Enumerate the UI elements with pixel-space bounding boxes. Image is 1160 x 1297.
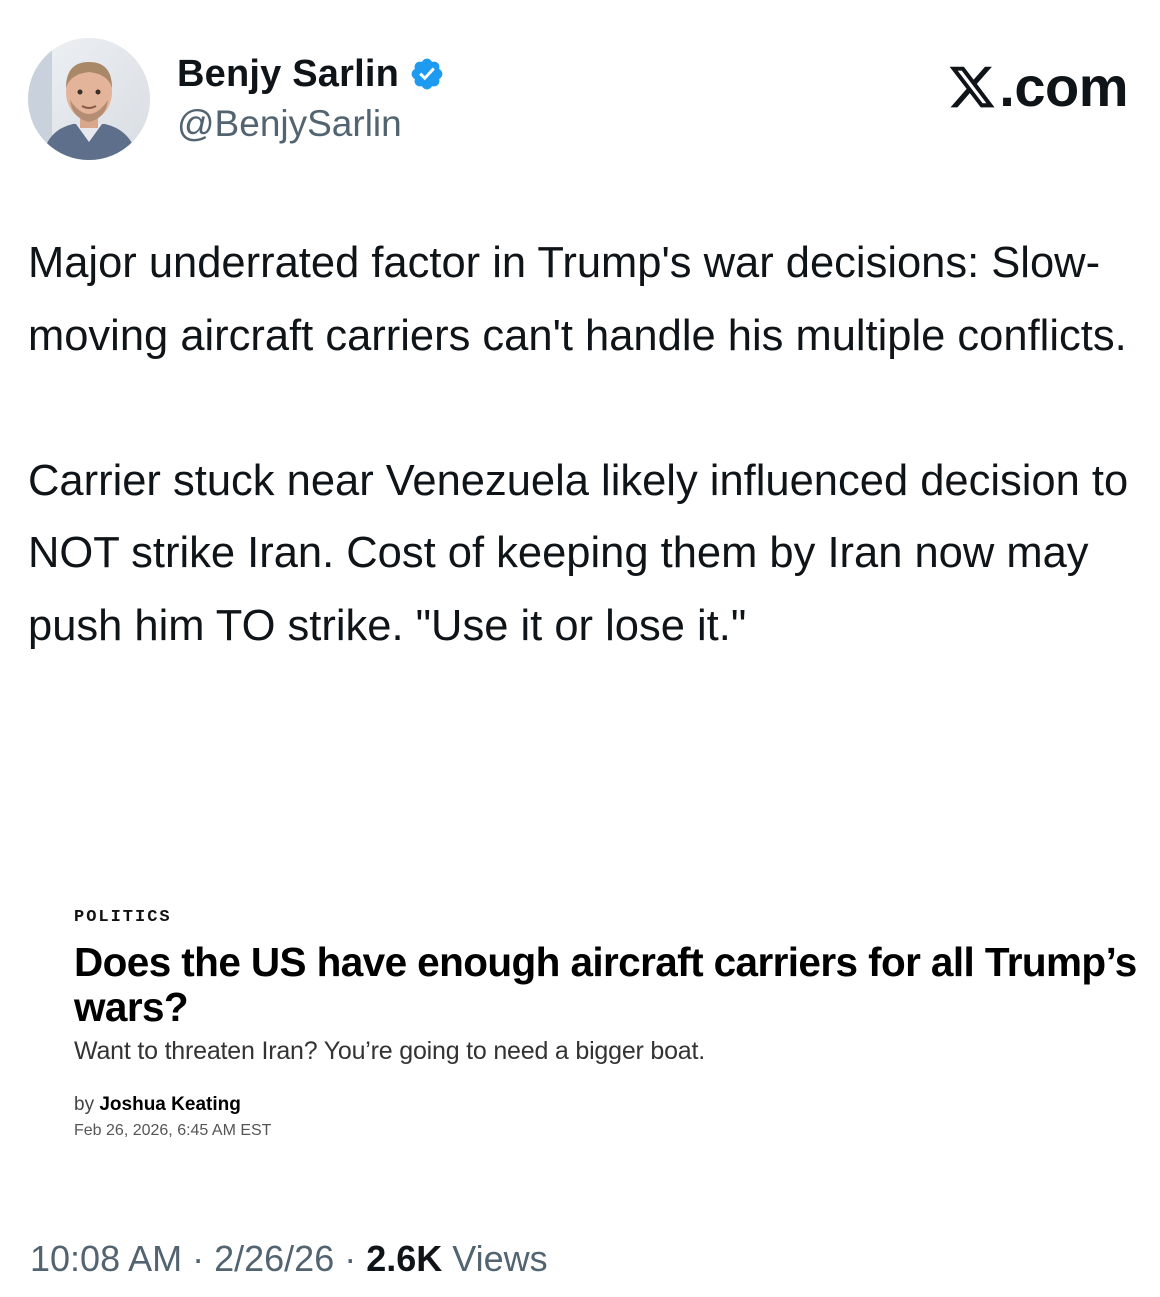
brand-domain-text: .com (999, 55, 1128, 118)
verified-badge-icon (409, 56, 445, 92)
article-dateline: Feb 26, 2026, 6:45 AM EST (74, 1122, 272, 1139)
article-byline: by Joshua Keating (74, 1092, 1144, 1118)
meta-separator: · (192, 1238, 205, 1279)
author-name-row[interactable]: Benjy Sarlin (177, 50, 445, 98)
author-avatar[interactable] (28, 38, 150, 160)
article-headline: Does the US have enough aircraft carrier… (74, 939, 1137, 1030)
article-dek: Want to threaten Iran? You’re going to n… (74, 1037, 706, 1065)
tweet-time[interactable]: 10:08 AM (30, 1238, 182, 1279)
byline-prefix: by (74, 1094, 95, 1115)
tweet-paragraph: Carrier stuck near Venezuela likely infl… (28, 456, 1129, 650)
tweet-meta: 10:08 AM · 2/26/26 · 2.6K Views (30, 1234, 548, 1284)
avatar-photo-icon (28, 38, 150, 160)
tweet-date[interactable]: 2/26/26 (214, 1238, 334, 1279)
meta-separator: · (344, 1238, 357, 1279)
tweet-paragraph: Major underrated factor in Trump's war d… (28, 239, 1127, 360)
brand-logo: .com (947, 54, 1128, 120)
article-screenshot: POLITICS Does the US have enough aircraf… (74, 900, 1144, 1142)
tweet-body: Major underrated factor in Trump's war d… (28, 227, 1143, 662)
byline-author: Joshua Keating (99, 1094, 241, 1115)
x-logo-icon (949, 66, 995, 108)
views-count: 2.6K (366, 1238, 443, 1279)
article-kicker: POLITICS (74, 908, 172, 927)
author-handle[interactable]: @BenjySarlin (177, 101, 402, 147)
views-label: Views (452, 1238, 548, 1279)
author-display-name[interactable]: Benjy Sarlin (177, 50, 399, 98)
